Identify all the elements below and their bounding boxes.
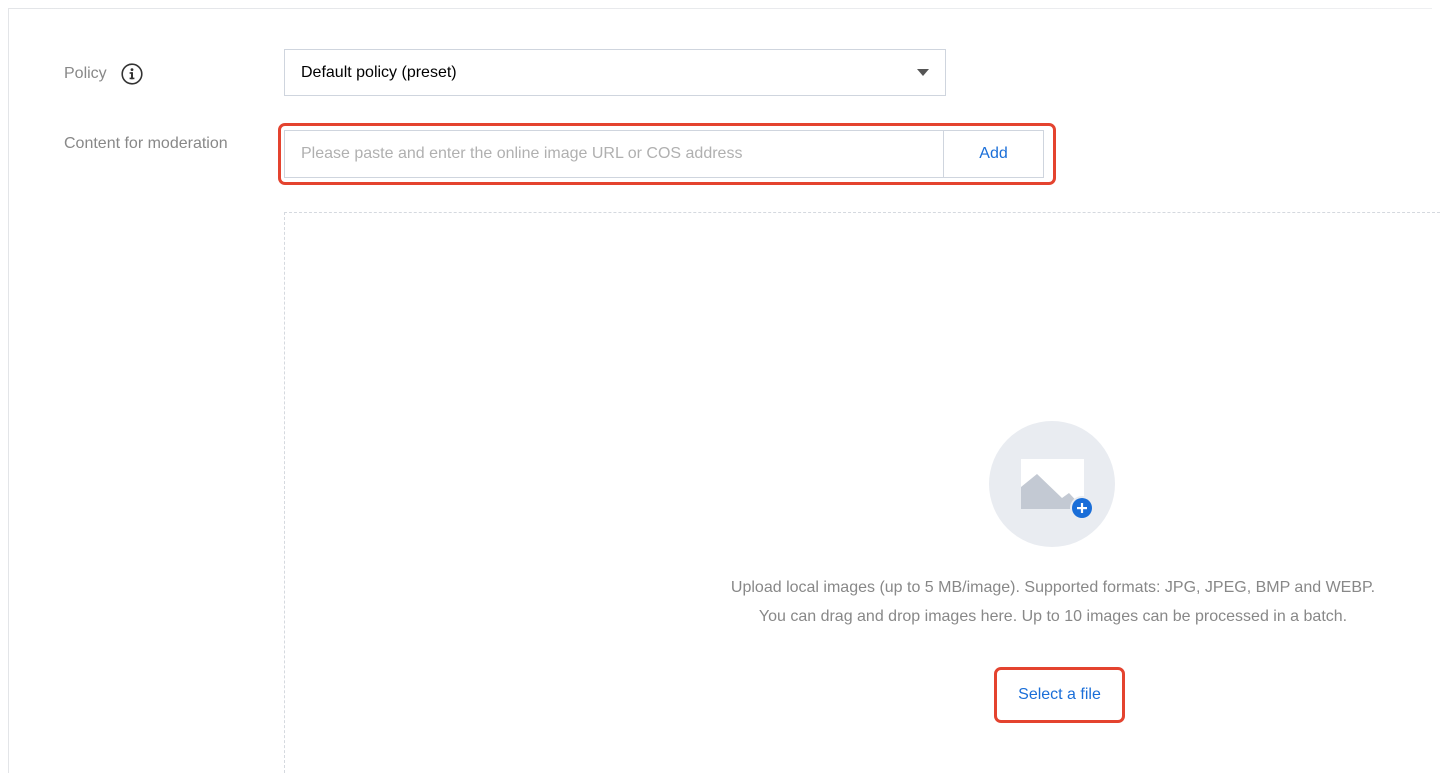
policy-select[interactable]: Default policy (preset) xyxy=(284,49,946,96)
panel-left-border xyxy=(8,8,9,773)
image-add-icon xyxy=(989,421,1115,547)
select-file-link[interactable]: Select a file xyxy=(1000,684,1119,706)
info-icon[interactable] xyxy=(120,62,144,86)
panel-top-border xyxy=(8,8,1432,9)
add-button[interactable]: Add xyxy=(943,130,1044,178)
policy-label: Policy xyxy=(64,65,107,82)
chevron-down-icon xyxy=(917,69,929,76)
page: Policy Default policy (preset) Content f… xyxy=(0,0,1440,773)
policy-select-value: Default policy (preset) xyxy=(301,63,457,81)
upload-description: Upload local images (up to 5 MB/image). … xyxy=(730,579,1376,625)
content-label: Content for moderation xyxy=(64,135,228,152)
upload-dropzone[interactable] xyxy=(284,212,1440,773)
url-input[interactable] xyxy=(284,130,944,178)
